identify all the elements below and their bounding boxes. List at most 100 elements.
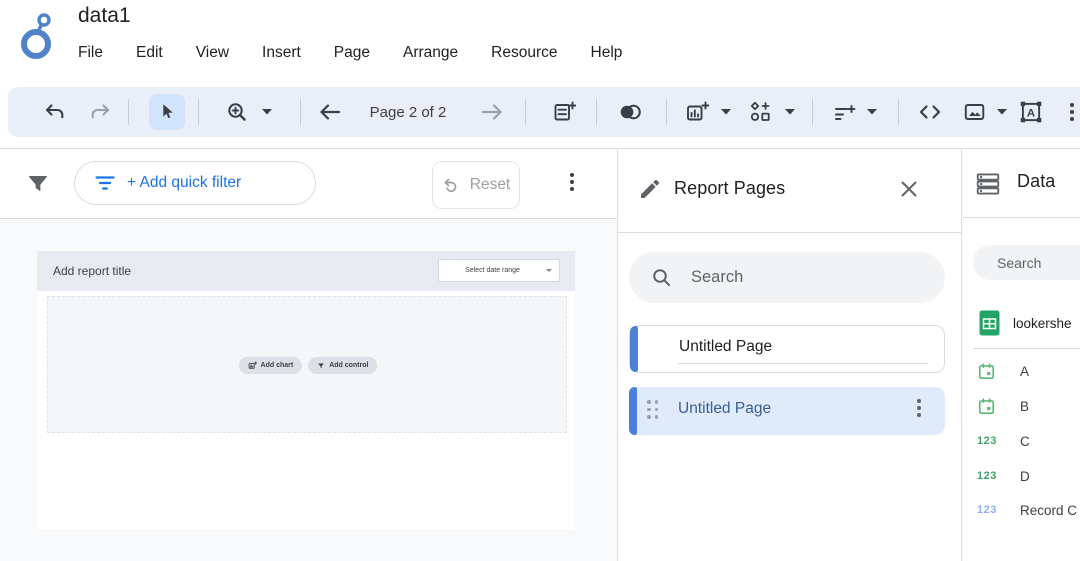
toolbar-divider xyxy=(525,99,526,125)
field-row[interactable]: 123 Record C xyxy=(963,495,1080,525)
page-indicator: Page 2 of 2 xyxy=(350,87,466,137)
field-name: Record C xyxy=(1020,503,1077,518)
menu-view[interactable]: View xyxy=(196,44,229,62)
data-panel: Data lookershe xyxy=(963,149,1080,561)
report-pages-panel: Report Pages Untitled Page Untitled Pa xyxy=(617,149,962,561)
toolbar: Page 2 of 2 xyxy=(8,87,1080,137)
report-pages-header: Report Pages xyxy=(618,149,961,233)
drag-handle-icon[interactable] xyxy=(647,400,658,419)
date-range-caret-icon xyxy=(546,269,552,272)
toolbar-divider xyxy=(128,99,129,125)
svg-text:A: A xyxy=(1027,107,1035,119)
field-name: C xyxy=(1020,434,1030,449)
data-source-row[interactable]: lookershe xyxy=(963,307,1080,339)
add-image-button[interactable] xyxy=(957,94,993,130)
page-accent-bar xyxy=(630,326,638,372)
toolbar-divider xyxy=(898,99,899,125)
undo-button[interactable] xyxy=(37,94,73,130)
field-row[interactable]: 123 C xyxy=(963,426,1080,456)
date-field-icon xyxy=(977,362,1005,381)
field-name: A xyxy=(1020,364,1029,379)
blend-data-button[interactable] xyxy=(612,94,648,130)
field-row[interactable]: A xyxy=(963,356,1080,386)
pencil-icon xyxy=(638,177,662,201)
content-area: + Add quick filter Reset Add report titl… xyxy=(0,148,1080,561)
filter-funnel-icon xyxy=(26,172,50,196)
page-item-more-icon[interactable] xyxy=(917,399,921,417)
menu-file[interactable]: File xyxy=(78,44,103,62)
page-header-band: Add report title Select date range xyxy=(37,251,575,291)
add-community-visualization-button[interactable] xyxy=(742,94,778,130)
add-page-button[interactable] xyxy=(546,94,582,130)
filter-bar-more-icon[interactable] xyxy=(570,173,574,191)
canvas-add-chart-label: Add chart xyxy=(261,362,294,369)
field-row[interactable]: 123 D xyxy=(963,461,1080,491)
close-panel-icon[interactable] xyxy=(898,178,920,200)
data-panel-title: Data xyxy=(1017,171,1055,192)
next-page-button[interactable] xyxy=(474,94,510,130)
metric-field-icon: 123 xyxy=(977,504,1005,516)
toolbar-divider xyxy=(300,99,301,125)
redo-button[interactable] xyxy=(82,94,118,130)
toolbar-divider xyxy=(596,99,597,125)
report-page[interactable]: Add report title Select date range xyxy=(37,251,575,529)
add-chart-icon xyxy=(248,361,257,370)
previous-page-button[interactable] xyxy=(312,94,348,130)
add-community-visualization-caret[interactable] xyxy=(785,108,795,116)
menu-arrange[interactable]: Arrange xyxy=(403,44,458,62)
filter-list-icon xyxy=(95,175,115,191)
google-sheets-icon xyxy=(979,310,1000,336)
canvas-add-control-label: Add control xyxy=(329,362,368,369)
select-tool-button[interactable] xyxy=(149,94,185,130)
report-title-placeholder[interactable]: Add report title xyxy=(53,264,131,278)
page-list-item-selected[interactable]: Untitled Page xyxy=(629,387,945,435)
reset-label: Reset xyxy=(470,176,511,194)
report-title[interactable]: data1 xyxy=(78,4,131,28)
report-pages-title: Report Pages xyxy=(674,178,785,199)
search-icon xyxy=(651,267,673,289)
add-quick-filter-button[interactable]: + Add quick filter xyxy=(74,161,316,205)
data-panel-header: Data xyxy=(963,149,1080,218)
add-image-caret[interactable] xyxy=(997,108,1007,116)
add-control-button[interactable] xyxy=(827,94,863,130)
number-field-icon: 123 xyxy=(977,435,1005,447)
reset-button[interactable]: Reset xyxy=(432,161,520,209)
field-name: D xyxy=(1020,469,1030,484)
canvas-add-chart-button[interactable]: Add chart xyxy=(239,357,303,374)
report-pages-search[interactable] xyxy=(629,252,945,303)
menu-page[interactable]: Page xyxy=(334,44,370,62)
page-name-input[interactable]: Untitled Page xyxy=(679,338,772,356)
add-quick-filter-label: + Add quick filter xyxy=(127,174,241,192)
field-row[interactable]: B xyxy=(963,391,1080,421)
number-field-icon: 123 xyxy=(977,470,1005,482)
data-icon xyxy=(975,171,1001,197)
zoom-tool-button[interactable] xyxy=(219,94,255,130)
toolbar-more-options-button[interactable] xyxy=(1054,94,1080,130)
date-range-label: Select date range xyxy=(439,267,546,274)
menu-resource[interactable]: Resource xyxy=(491,44,557,62)
menu-insert[interactable]: Insert xyxy=(262,44,301,62)
add-chart-button[interactable] xyxy=(679,94,715,130)
add-control-caret[interactable] xyxy=(867,108,877,116)
embed-url-button[interactable] xyxy=(912,94,948,130)
data-panel-search-input[interactable] xyxy=(995,254,1080,272)
report-pages-search-input[interactable] xyxy=(689,267,945,288)
toolbar-divider xyxy=(666,99,667,125)
page-name-label: Untitled Page xyxy=(678,400,771,418)
data-source-name: lookershe xyxy=(1013,316,1072,331)
add-chart-caret[interactable] xyxy=(721,108,731,116)
page-accent-bar xyxy=(629,387,637,435)
date-field-icon xyxy=(977,397,1005,416)
looker-studio-logo-icon xyxy=(16,8,60,66)
page-list-item-editing[interactable]: Untitled Page xyxy=(629,325,945,373)
canvas-add-control-button[interactable]: Add control xyxy=(308,357,377,374)
reset-undo-icon xyxy=(442,176,462,194)
zoom-dropdown-caret[interactable] xyxy=(262,108,272,116)
date-range-control[interactable]: Select date range xyxy=(438,259,560,282)
menu-help[interactable]: Help xyxy=(591,44,623,62)
add-text-button[interactable]: A xyxy=(1013,94,1049,130)
app-header: data1 File Edit View Insert Page Arrange… xyxy=(0,0,1080,87)
quick-filter-bar: + Add quick filter Reset xyxy=(0,149,617,219)
data-panel-search[interactable] xyxy=(973,245,1080,280)
menu-edit[interactable]: Edit xyxy=(136,44,163,62)
